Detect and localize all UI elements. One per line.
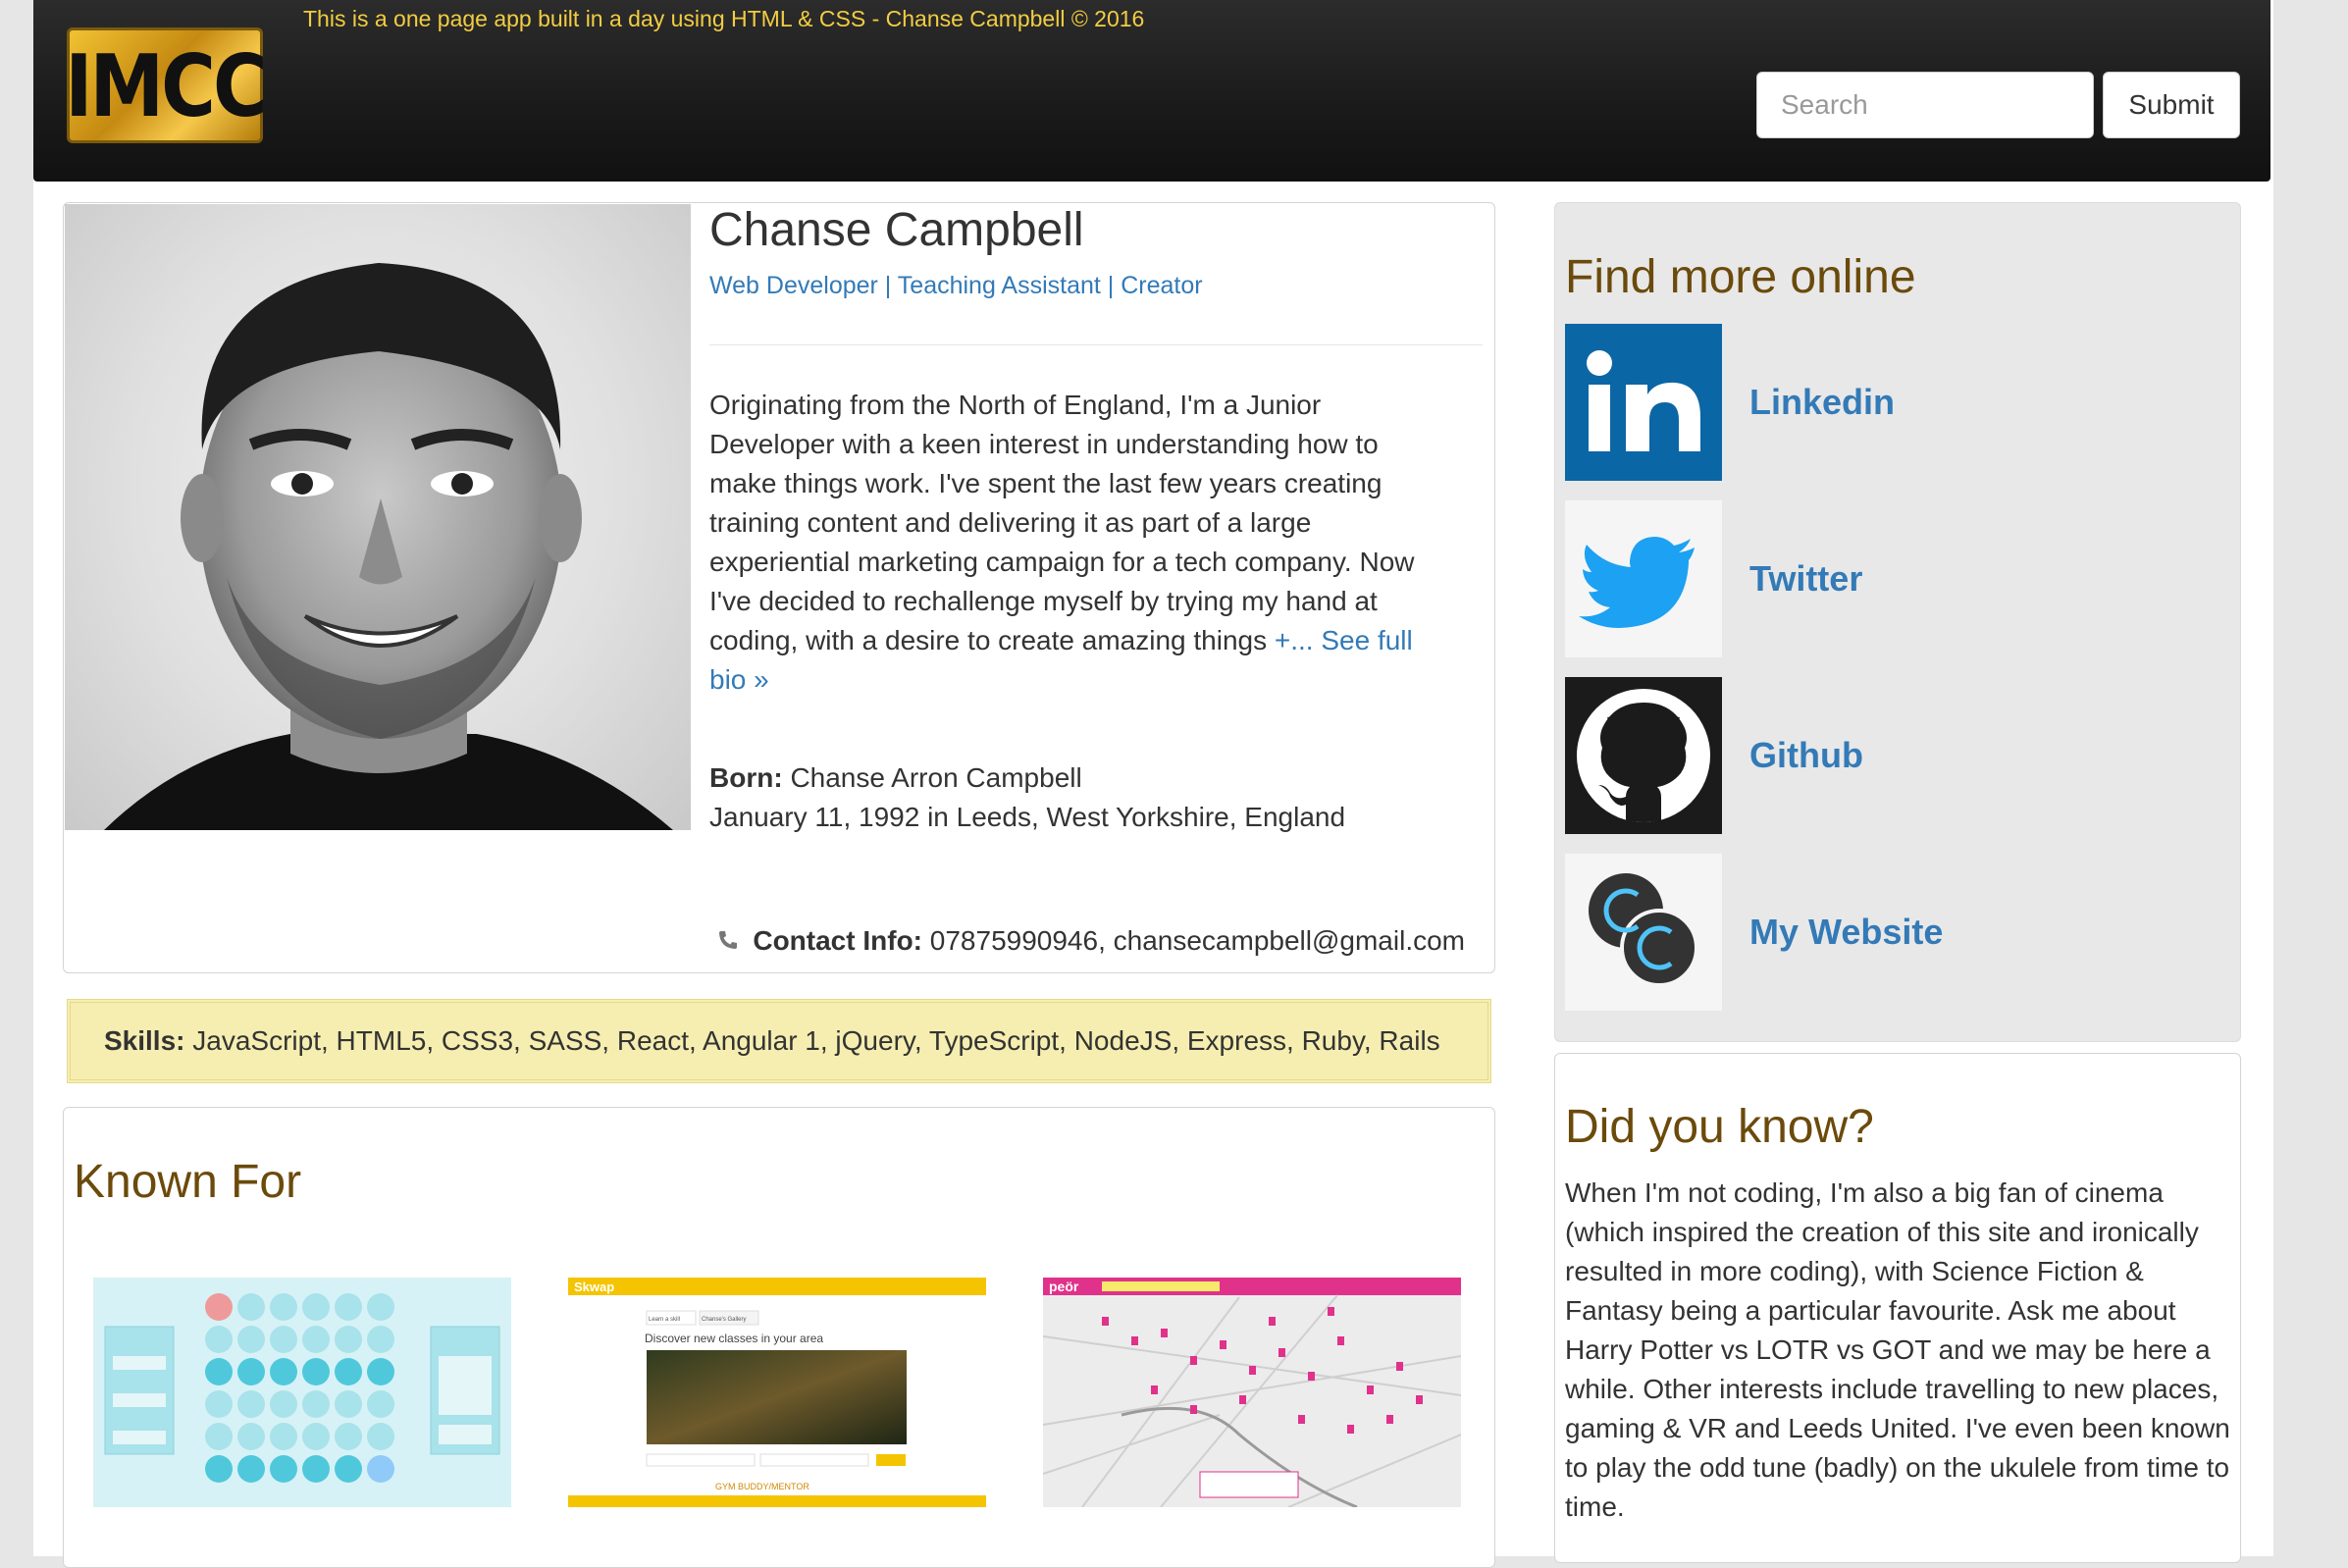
contact-label: Contact Info: xyxy=(753,925,922,956)
known-for-card: Known For Skwap Learn a skill Chanse's G… xyxy=(63,1107,1495,1568)
find-online-title: Find more online xyxy=(1565,251,1916,303)
profile-card: Chanse Campbell Web Developer | Teaching… xyxy=(63,202,1495,973)
born-label: Born: xyxy=(709,762,783,793)
known-for-title: Known For xyxy=(74,1156,302,1208)
skwap-brand: Skwap xyxy=(574,1280,614,1294)
profile-roles: Web Developer | Teaching Assistant | Cre… xyxy=(709,272,1203,299)
contact-value: 07875990946, chansecampbell@gmail.com xyxy=(929,925,1465,956)
search-input[interactable] xyxy=(1756,72,2094,138)
peor-brand: peör xyxy=(1049,1279,1079,1294)
site-tagline: This is a one page app built in a day us… xyxy=(303,6,1145,31)
submit-button[interactable]: Submit xyxy=(2103,72,2240,138)
born-details: January 11, 1992 in Leeds, West Yorkshir… xyxy=(709,802,1346,832)
top-navbar: IMCC This is a one page app built in a d… xyxy=(33,0,2270,182)
profile-name: Chanse Campbell xyxy=(709,204,1084,256)
did-you-know-title: Did you know? xyxy=(1565,1101,1874,1153)
profile-photo xyxy=(65,204,691,830)
contact-info: Contact Info: 07875990946, chansecampbel… xyxy=(716,925,1465,957)
project-thumbnail-peor-map[interactable]: peör xyxy=(1043,1278,1461,1507)
profile-bio: Originating from the North of England, I… xyxy=(709,386,1435,700)
imcc-logo[interactable]: IMCC xyxy=(65,27,268,143)
find-more-online-card: Find more online Linkedin Twitter Github… xyxy=(1554,202,2241,1042)
twitter-icon[interactable] xyxy=(1565,500,1722,657)
project-thumbnail-skwap[interactable]: Skwap Learn a skill Chanse's Gallery Dis… xyxy=(568,1278,986,1507)
logo-text: IMCC xyxy=(65,34,267,136)
svg-text:Chanse's Gallery: Chanse's Gallery xyxy=(702,1317,747,1323)
born-name: Chanse Arron Campbell xyxy=(790,762,1082,793)
github-link[interactable]: Github xyxy=(1749,735,1863,776)
profile-divider xyxy=(709,344,1483,345)
born-info: Born: Chanse Arron Campbell January 11, … xyxy=(709,758,1345,837)
skwap-headline: Discover new classes in your area xyxy=(645,1332,823,1345)
svg-text:Learn a skill: Learn a skill xyxy=(649,1317,680,1323)
my-website-link[interactable]: My Website xyxy=(1749,912,1943,953)
did-you-know-text: When I'm not coding, I'm also a big fan … xyxy=(1565,1177,2230,1522)
skills-label: Skills: xyxy=(104,1025,185,1056)
bio-text: Originating from the North of England, I… xyxy=(709,390,1415,655)
linkedin-link[interactable]: Linkedin xyxy=(1749,382,1895,423)
phone-icon xyxy=(718,931,737,949)
did-you-know-card: Did you know? When I'm not coding, I'm a… xyxy=(1554,1053,2241,1563)
cc-logo-icon[interactable] xyxy=(1565,854,1722,1011)
linkedin-icon[interactable] xyxy=(1565,324,1722,481)
twitter-link[interactable]: Twitter xyxy=(1749,558,1862,600)
skills-bar: Skills: JavaScript, HTML5, CSS3, SASS, R… xyxy=(67,999,1491,1083)
github-icon[interactable] xyxy=(1565,677,1722,834)
skills-value: JavaScript, HTML5, CSS3, SASS, React, An… xyxy=(192,1025,1440,1056)
svg-text:GYM BUDDY/MENTOR: GYM BUDDY/MENTOR xyxy=(715,1482,809,1491)
project-thumbnail-game[interactable] xyxy=(93,1278,511,1507)
